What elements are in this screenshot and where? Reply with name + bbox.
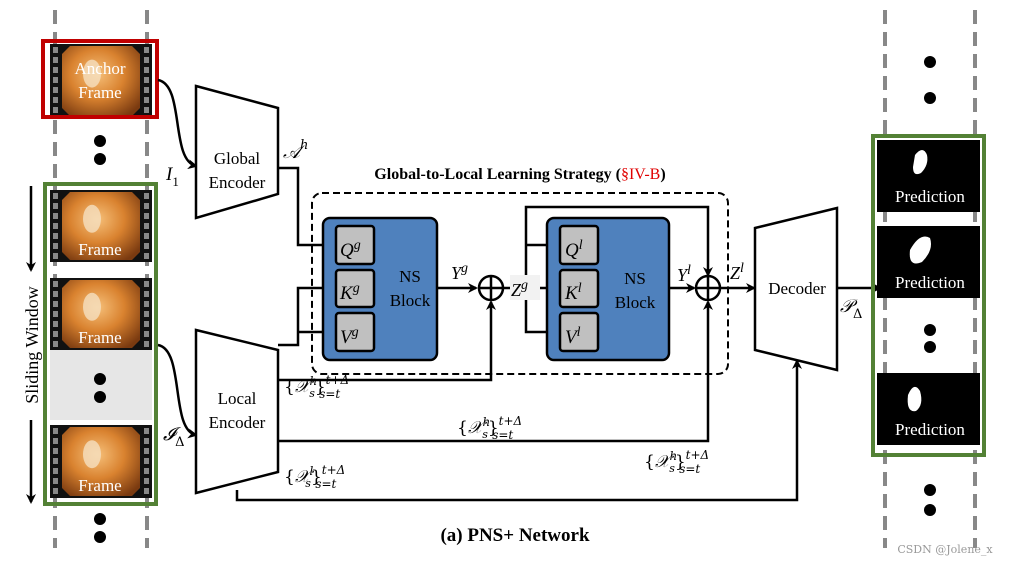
prediction-mask: Prediction: [877, 226, 980, 298]
pns-plus-network-diagram: Frame Frame Frame Anchor Frame Sliding Win…: [22, 10, 993, 556]
feature-set-label: {𝒳h s}t+Δ s=t: [457, 414, 522, 442]
frame-label: Frame: [78, 240, 121, 259]
frame-label: Frame: [78, 328, 121, 347]
figure-caption: (a) PNS+ Network: [440, 525, 590, 546]
ns-block-global: Qg Kg Vg NS Block: [321, 216, 439, 362]
frame-list: Frame Frame Frame: [50, 44, 152, 498]
feature-set-label: {𝒳h s}t+Δ s=t: [284, 373, 349, 401]
ns-block-local: Ql Kl Vl NS Block: [545, 216, 671, 362]
prediction-label: Prediction: [895, 420, 965, 439]
prediction-label: Prediction: [895, 273, 965, 292]
prediction-output-label: 𝒫Δ: [840, 296, 862, 322]
ns-block-label: Block: [390, 291, 431, 310]
anchor-video-frame: [50, 44, 152, 118]
prediction-mask: Prediction: [877, 140, 980, 212]
sliding-window-label: Sliding Window: [22, 286, 42, 403]
anchor-label: Frame: [78, 83, 121, 102]
ns-block-label: Block: [615, 293, 656, 312]
anchor-to-global-arrow: [157, 78, 198, 170]
prediction-label: Prediction: [895, 187, 965, 206]
frame-label: Frame: [78, 476, 121, 495]
local-encoder: [194, 328, 280, 495]
feature-set-label: {𝒳l s}t+Δ s=t: [284, 463, 345, 491]
anchor-label: Anchor: [75, 59, 126, 78]
sum-node-global: [477, 274, 505, 302]
feature-set-label: {𝒳h s}t+Δ s=t: [644, 448, 709, 476]
z-local-label: Zl: [730, 261, 744, 283]
global-encoder-label: Global: [214, 149, 261, 168]
local-encoder-label: Encoder: [209, 413, 266, 432]
global-feature-label: 𝒜h: [283, 138, 308, 163]
prediction-list: Prediction Prediction Prediction: [877, 140, 980, 445]
global-input-label: I1: [165, 164, 179, 189]
decoder-label: Decoder: [768, 279, 826, 298]
y-local-label: Yl: [677, 263, 691, 285]
prediction-mask: Prediction: [877, 373, 980, 445]
ns-block-label: NS: [624, 269, 646, 288]
ns-block-label: NS: [399, 267, 421, 286]
y-global-label: Yg: [451, 261, 468, 283]
watermark: CSDN @Jolene_x: [897, 543, 993, 556]
strategy-title: Global-to-Local Learning Strategy (§IV-B…: [374, 166, 665, 183]
sum-node-local: [694, 274, 722, 302]
local-input-label: 𝓘Δ: [163, 424, 185, 450]
global-encoder-label: Encoder: [209, 173, 266, 192]
local-encoder-label: Local: [218, 389, 257, 408]
window-to-local-arrow: [157, 343, 198, 439]
frame-gap: [50, 350, 152, 420]
